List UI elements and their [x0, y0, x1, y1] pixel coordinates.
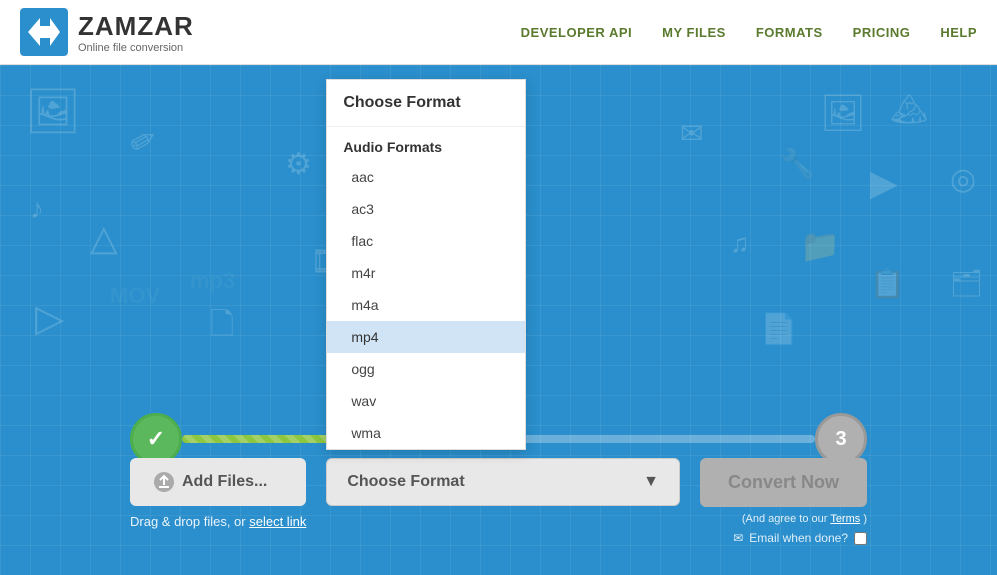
agree-suffix: ): [863, 513, 867, 525]
deco-mov-icon: MOV: [110, 285, 160, 307]
email-checkbox-area: ✉ Email when done?: [733, 531, 867, 545]
format-dropdown: Choose Format Audio Formats aac ac3 flac…: [326, 79, 526, 450]
deco-folder-icon: 📁: [800, 230, 840, 262]
deco-music-icon: ♪: [30, 195, 44, 223]
dropdown-item-wma[interactable]: wma: [327, 417, 525, 449]
step3-number: 3: [835, 428, 846, 451]
deco-circle-icon: ◎: [950, 165, 976, 195]
main-background: 🖼 ✏ ♪ △ ⚙ ▶ ✉ 🎞 📄 ▷ MOV mp3 🗋 👤 🖼 🏔 🔧 ▶ …: [0, 65, 997, 575]
dropdown-item-m4a[interactable]: m4a: [327, 289, 525, 321]
logo-area: ZAMZAR Online file conversion: [20, 8, 194, 56]
deco-pencil-icon: ✏: [124, 120, 163, 161]
deco-clipboard-icon: 📋: [870, 270, 905, 298]
zamzar-logo-icon: [20, 8, 68, 56]
agree-prefix: (And agree to our: [742, 513, 828, 525]
dropdown-item-wav[interactable]: wav: [327, 385, 525, 417]
dropdown-category-audio: Audio Formats: [327, 127, 525, 161]
deco-wrench-icon: 🔧: [780, 150, 815, 178]
logo-name: ZAMZAR: [78, 11, 194, 42]
email-label: Email when done?: [749, 531, 848, 545]
dropdown-header: Choose Format: [327, 80, 525, 127]
drag-drop-text: Drag & drop files, or select link: [130, 514, 306, 529]
chevron-down-icon: ▼: [643, 473, 659, 491]
header: ZAMZAR Online file conversion DEVELOPER …: [0, 0, 997, 65]
deco-envelope2-icon: ✉: [680, 120, 703, 148]
convert-now-label: Convert Now: [728, 472, 839, 492]
dropdown-item-aac[interactable]: aac: [327, 161, 525, 193]
deco-image-icon: 🗋: [210, 310, 234, 340]
deco-play-icon: ▷: [35, 300, 64, 338]
deco-doc2-icon: 📄: [760, 315, 797, 345]
convert-now-button[interactable]: Convert Now: [700, 458, 867, 507]
email-envelope-icon: ✉: [733, 531, 743, 545]
agree-text: (And agree to our Terms ): [742, 513, 867, 525]
nav-my-files[interactable]: MY FILES: [662, 25, 726, 40]
deco-mp3-icon: mp3: [190, 270, 235, 292]
nav-help[interactable]: HELP: [940, 25, 977, 40]
deco-gear-icon: ⚙: [285, 150, 312, 180]
deco-jpg-icon: 🖼: [25, 90, 81, 134]
select-link[interactable]: select link: [249, 514, 306, 529]
logo-tagline: Online file conversion: [78, 42, 194, 54]
choose-format-button[interactable]: Choose Format ▼: [326, 458, 680, 506]
dropdown-item-flac[interactable]: flac: [327, 225, 525, 257]
format-area: Choose Format Audio Formats aac ac3 flac…: [326, 458, 680, 506]
dropdown-item-ac3[interactable]: ac3: [327, 193, 525, 225]
deco-play2-icon: ▶: [870, 165, 898, 201]
nav-formats[interactable]: FORMATS: [756, 25, 823, 40]
logo-text: ZAMZAR Online file conversion: [78, 11, 194, 54]
deco-note-icon: ♫: [730, 230, 750, 256]
convert-area: Convert Now (And agree to our Terms ) ✉ …: [700, 458, 867, 545]
email-checkbox[interactable]: [854, 532, 867, 545]
add-files-button[interactable]: Add Files...: [130, 458, 306, 506]
nav-developer-api[interactable]: DEVELOPER API: [521, 25, 632, 40]
deco-folder2-icon: 🗂: [950, 270, 983, 296]
action-bar: Add Files... Drag & drop files, or selec…: [130, 458, 867, 545]
nav-pricing[interactable]: PRICING: [853, 25, 911, 40]
main-nav: DEVELOPER API MY FILES FORMATS PRICING H…: [521, 25, 977, 40]
step-line-pending: [499, 435, 816, 443]
step1-checkmark: ✓: [147, 426, 165, 452]
deco-image2-icon: 🖼: [820, 95, 866, 131]
deco-triangle-icon: △: [90, 220, 118, 256]
deco-landscape-icon: 🏔: [890, 95, 928, 125]
upload-icon: [154, 472, 174, 492]
choose-format-label: Choose Format: [347, 473, 464, 491]
terms-link[interactable]: Terms: [830, 513, 860, 525]
dropdown-item-mp4[interactable]: mp4: [327, 321, 525, 353]
drag-drop-label: Drag & drop files, or: [130, 514, 246, 529]
dropdown-item-ogg[interactable]: ogg: [327, 353, 525, 385]
add-files-label: Add Files...: [182, 473, 267, 491]
dropdown-item-m4r[interactable]: m4r: [327, 257, 525, 289]
files-area: Add Files... Drag & drop files, or selec…: [130, 458, 306, 529]
